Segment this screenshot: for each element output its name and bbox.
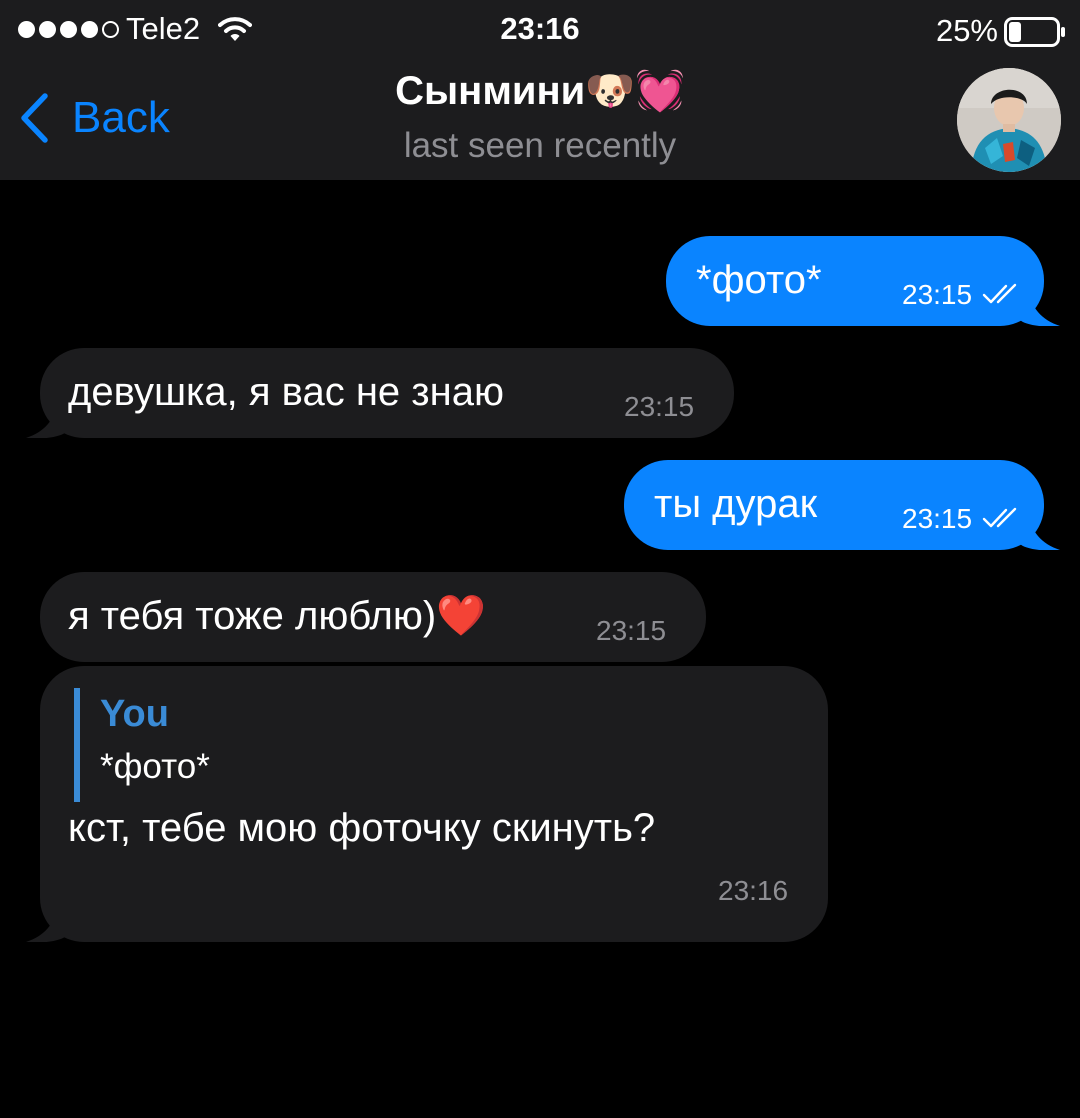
bubble-tail [26, 398, 66, 438]
incoming-message[interactable]: девушка, я вас не знаю 23:15 [26, 348, 734, 438]
chat-title-text: Сынмини🐶💓 [395, 69, 685, 113]
status-bar: Tele2 23:16 25% [0, 0, 1080, 58]
message-text: девушка, я вас не знаю [68, 370, 504, 414]
chat-title[interactable]: Сынмини🐶💓 [0, 66, 1080, 116]
chat-header: Back Сынмини🐶💓 last seen recently [0, 58, 1080, 180]
reply-author: You [100, 693, 169, 735]
bubble-tail [26, 902, 66, 942]
battery-fill [1009, 22, 1021, 42]
incoming-message-with-reply[interactable]: You *фото* кст, тебе мою фоточку скинуть… [26, 666, 828, 942]
outgoing-message[interactable]: *фото* 23:15 [666, 236, 1060, 326]
bubble-tail [1020, 286, 1060, 326]
message-time: 23:15 [624, 391, 695, 422]
status-clock: 23:16 [500, 11, 580, 46]
message-time: 23:15 [902, 279, 973, 310]
message-text: я тебя тоже люблю)❤️ [68, 594, 486, 638]
avatar[interactable] [957, 68, 1061, 172]
message-text: ты дурак [654, 482, 818, 526]
message-list[interactable]: *фото* 23:15 девушка, я вас не знаю 23:1… [0, 180, 1080, 1118]
message-time: 23:15 [596, 615, 667, 646]
double-check-icon [982, 507, 1017, 528]
message-text: *фото* [696, 258, 822, 302]
outgoing-message[interactable]: ты дурак 23:15 [624, 460, 1060, 550]
message-text: кст, тебе мою фоточку скинуть? [68, 806, 656, 850]
incoming-message[interactable]: я тебя тоже люблю)❤️ 23:15 [40, 572, 706, 662]
message-time: 23:16 [718, 875, 789, 906]
chat-status: last seen recently [403, 126, 677, 165]
battery-icon [1004, 17, 1065, 47]
double-check-icon [982, 283, 1017, 304]
message-time: 23:15 [902, 503, 973, 534]
reply-text: *фото* [100, 747, 210, 786]
reply-quote[interactable]: You *фото* [74, 688, 574, 802]
bubble-tail [1020, 510, 1060, 550]
contact-avatar-photo [957, 68, 1061, 172]
battery-percent: 25% [935, 13, 998, 48]
